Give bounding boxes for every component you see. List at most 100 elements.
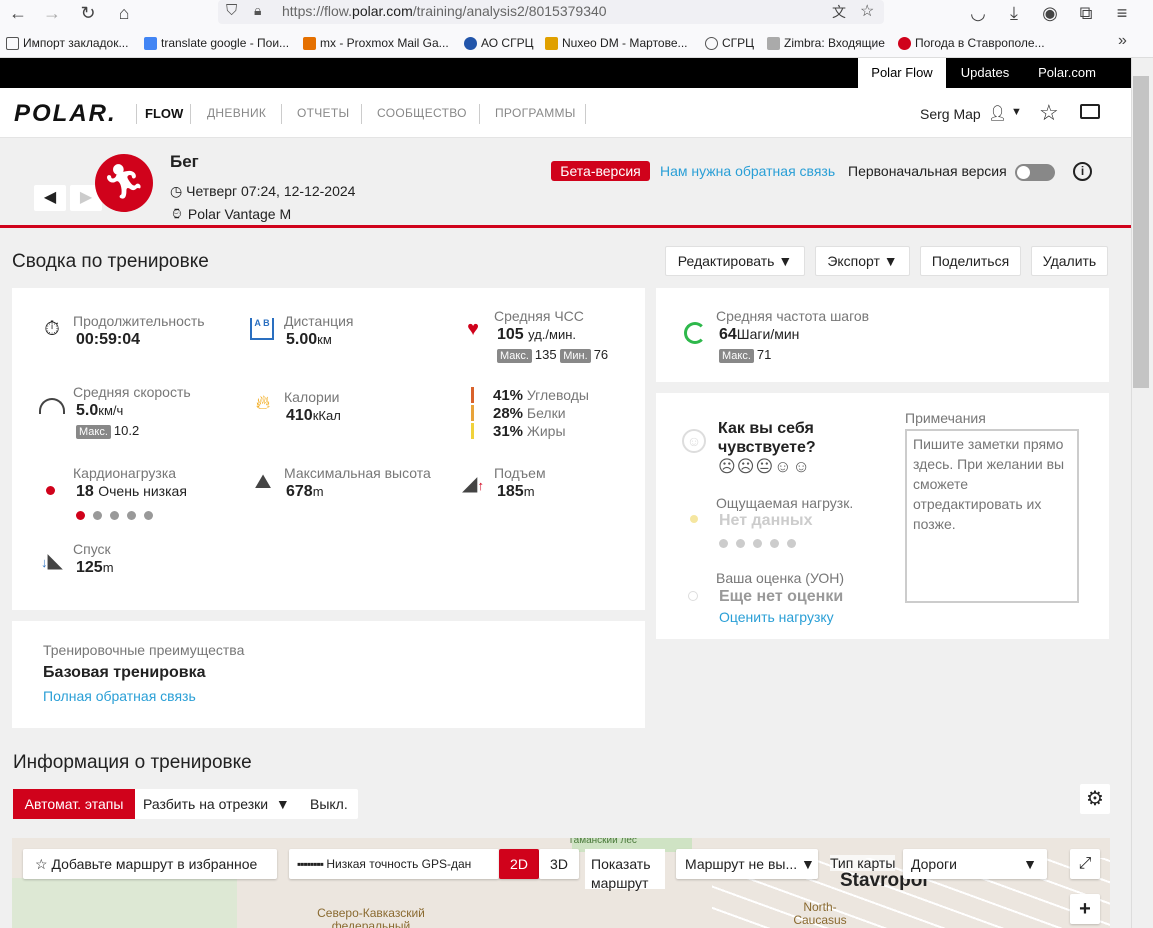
tab-polar-com[interactable]: Polar.com xyxy=(1024,58,1110,88)
calories-label: Калории xyxy=(284,389,340,405)
original-version-label: Первоначальная версия xyxy=(848,163,1007,179)
off-button[interactable]: Выкл. xyxy=(310,789,348,819)
route-map[interactable]: Таманский лес Stavropol North-Caucasus F… xyxy=(12,838,1110,928)
notes-textarea[interactable] xyxy=(905,429,1079,603)
export-button[interactable]: Экспорт ▼ xyxy=(815,246,910,276)
chevron-down-icon[interactable]: ▼ xyxy=(1011,106,1022,118)
speed-label: Средняя скорость xyxy=(73,384,191,400)
add-favorite-route-button[interactable]: ☆ Добавьте маршрут в избранное xyxy=(23,849,277,879)
flow-label: FLOW xyxy=(145,106,184,121)
nuxeo-icon xyxy=(545,36,558,50)
polar-logo[interactable]: POLAR. xyxy=(14,100,117,128)
rate-load-link[interactable]: Оценить нагрузку xyxy=(719,609,834,625)
edit-button[interactable]: Редактировать ▼ xyxy=(665,246,805,276)
cadence-card: Средняя частота шагов 64Шаги/мин Макс. 71 xyxy=(656,288,1109,382)
ascent-value: 185m xyxy=(497,483,535,500)
user-icon[interactable]: 👤︎ xyxy=(988,104,1007,122)
divider xyxy=(281,104,282,124)
feedback-link[interactable]: Нам нужна обратная связь xyxy=(660,163,835,179)
running-icon: 🏃︎ xyxy=(95,154,153,212)
perceived-dots[interactable] xyxy=(719,535,804,553)
distance-label: Дистанция xyxy=(284,313,354,329)
flame-icon: 🔥︎ xyxy=(255,392,271,414)
zoom-in-icon[interactable]: + xyxy=(1070,894,1100,924)
altitude-label: Максимальная высота xyxy=(284,465,431,481)
menu-icon[interactable]: ≡ xyxy=(1110,2,1134,26)
nav-reports[interactable]: ОТЧЕТЫ xyxy=(297,106,349,120)
google-icon xyxy=(144,36,157,50)
nav-community[interactable]: СООБЩЕСТВО xyxy=(377,106,467,120)
forward-icon[interactable]: → xyxy=(40,2,64,26)
map-2d-button[interactable]: 2D xyxy=(499,849,539,879)
gps-accuracy-indicator: ▪▪▪▪▪▪▪▪ Низкая точность GPS-дан xyxy=(289,849,499,879)
proxmox-icon xyxy=(303,36,316,50)
back-icon[interactable]: ← xyxy=(6,2,30,26)
prev-activity-button[interactable]: ◀ xyxy=(34,185,66,211)
info-icon[interactable]: i xyxy=(1073,162,1092,181)
user-menu[interactable]: Serg Map xyxy=(920,106,981,122)
pocket-icon[interactable]: ◡ xyxy=(966,2,990,26)
star-icon[interactable]: ☆ xyxy=(860,1,874,21)
bookmark-item[interactable]: АО СГРЦ xyxy=(464,36,533,50)
download-icon[interactable]: ⤓ xyxy=(1002,2,1026,26)
divider xyxy=(190,104,191,124)
translate-icon[interactable]: 文 xyxy=(832,2,846,22)
bookmark-item[interactable]: Импорт закладок... xyxy=(6,36,128,50)
benefit-value: Базовая тренировка xyxy=(43,664,206,681)
chevron-right-icon[interactable]: » xyxy=(1118,32,1127,50)
fullscreen-icon[interactable]: ⤢ xyxy=(1070,849,1100,879)
map-label-university-en: North-Caucasus Federal University xyxy=(793,900,847,928)
cadence-icon xyxy=(684,322,706,344)
split-dropdown[interactable]: Разбить на отрезки ▼ xyxy=(143,789,290,819)
descent-icon: ↓◣ xyxy=(41,550,63,572)
delete-button[interactable]: Удалить xyxy=(1031,246,1108,276)
feeling-card: ☺ Как вы себя чувствуете? ☹☹😐︎☺☺ Ощущаем… xyxy=(656,393,1109,639)
url-text: https://flow.polar.com/training/analysis… xyxy=(282,3,607,19)
route-select[interactable]: Маршрут не вы... ▼ xyxy=(676,849,818,879)
show-route-label[interactable]: Показать маршрут xyxy=(585,849,665,891)
bookmark-item[interactable]: translate google - Пои... xyxy=(144,36,289,50)
mood-faces[interactable]: ☹☹😐︎☺☺ xyxy=(718,457,811,477)
tab-polar-flow[interactable]: Polar Flow xyxy=(858,58,946,88)
rpe-icon xyxy=(688,591,698,601)
share-button[interactable]: Поделиться xyxy=(920,246,1021,276)
hr-label: Средняя ЧСС xyxy=(494,308,584,324)
map-3d-button[interactable]: 3D xyxy=(539,849,579,879)
activity-title: Бег xyxy=(170,152,199,171)
reload-icon[interactable]: ↻ xyxy=(76,2,100,26)
sgrc-icon xyxy=(464,36,477,50)
original-version-toggle[interactable] xyxy=(1015,164,1055,181)
full-feedback-link[interactable]: Полная обратная связь xyxy=(43,688,196,704)
home-icon[interactable]: ⌂ xyxy=(112,2,136,26)
settings-gear-icon[interactable]: ⚙ xyxy=(1080,784,1110,814)
url-bar[interactable]: ⛉ 🔒︎ https://flow.polar.com/training/ana… xyxy=(218,0,884,24)
favorites-star-icon[interactable]: ☆ xyxy=(1039,100,1059,126)
divider xyxy=(479,104,480,124)
hr-value: 105 уд./мин. xyxy=(497,326,577,343)
ascent-icon: ◢↑ xyxy=(462,473,484,495)
messages-icon[interactable] xyxy=(1080,104,1100,119)
auto-laps-button[interactable]: Автомат. этапы xyxy=(13,789,135,819)
altitude-value: 678m xyxy=(286,483,324,500)
summary-card: ⏱︎ Продолжительность 00:59:04 A B Дистан… xyxy=(12,288,645,610)
scrollbar-thumb[interactable] xyxy=(1133,76,1149,388)
ascent-label: Подъем xyxy=(494,465,546,481)
cadence-value: 64Шаги/мин xyxy=(719,326,800,343)
rpe-value: Еще нет оценки xyxy=(719,588,844,605)
nav-programs[interactable]: ПРОГРАММЫ xyxy=(495,106,576,120)
bookmark-item[interactable]: Nuxeo DM - Мартове... xyxy=(545,36,688,50)
descent-label: Спуск xyxy=(73,541,111,557)
bookmark-item[interactable]: Zimbra: Входящие xyxy=(767,36,885,50)
account-icon[interactable]: ◉ xyxy=(1038,2,1062,26)
nav-diary[interactable]: ДНЕВНИК xyxy=(207,106,266,120)
bookmark-item[interactable]: СГРЦ xyxy=(705,36,754,50)
tab-updates[interactable]: Updates xyxy=(946,58,1024,88)
extensions-icon[interactable]: ⧉ xyxy=(1074,2,1098,26)
map-type-select[interactable]: Дороги ▼ xyxy=(903,849,1047,879)
bookmark-item[interactable]: Погода в Ставрополе... xyxy=(898,36,1045,50)
stopwatch-icon: ⏱︎ xyxy=(44,318,60,340)
bookmark-item[interactable]: mx - Proxmox Mail Ga... xyxy=(303,36,449,50)
rpe-label: Ваша оценка (УОН) xyxy=(716,570,845,586)
cardio-level-dots xyxy=(76,507,161,525)
lock-icon: 🔒︎ xyxy=(254,2,262,18)
